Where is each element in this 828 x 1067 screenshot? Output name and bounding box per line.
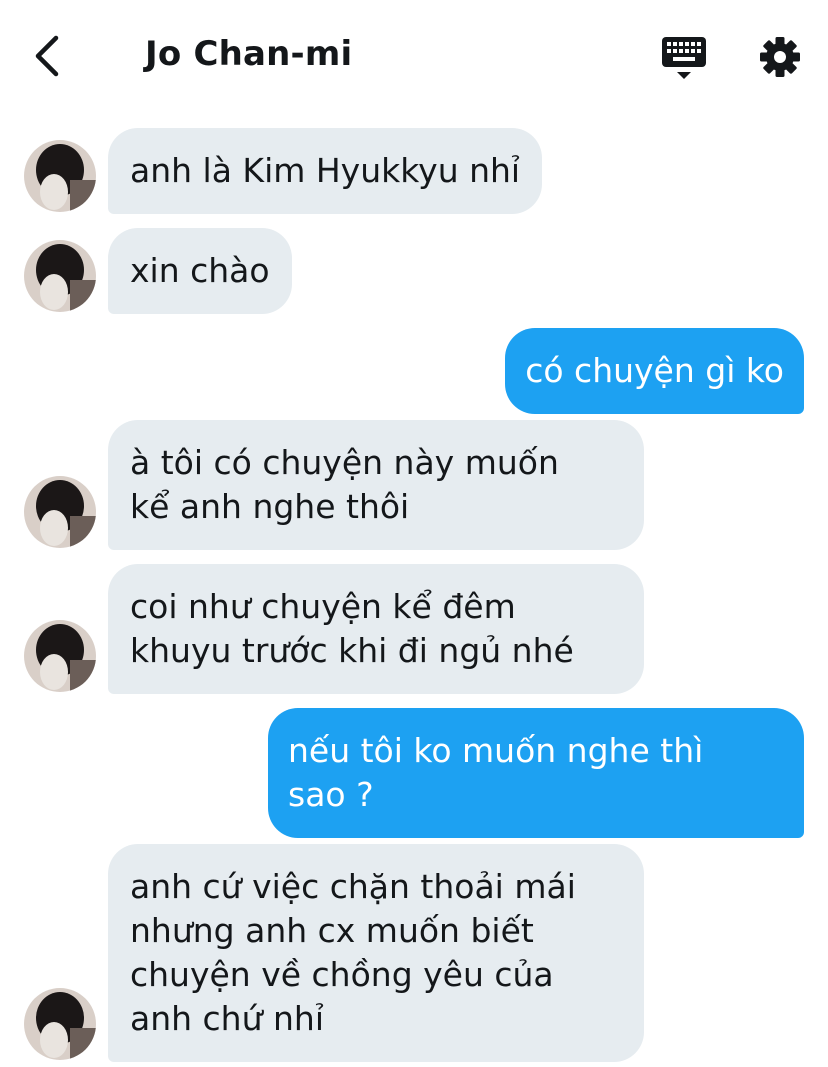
contact-avatar[interactable] xyxy=(24,240,96,312)
contact-avatar[interactable] xyxy=(24,620,96,692)
contact-avatar[interactable] xyxy=(24,140,96,212)
contact-avatar[interactable] xyxy=(24,476,96,548)
message-bubble-incoming[interactable]: xin chào xyxy=(108,228,292,314)
avatar-photo xyxy=(24,988,96,1060)
message-bubble-incoming[interactable]: à tôi có chuyện này muốn kể anh nghe thô… xyxy=(108,420,644,550)
message-bubble-incoming[interactable]: anh là Kim Hyukkyu nhỉ xyxy=(108,128,543,214)
message-bubble-incoming[interactable]: anh cứ việc chặn thoải mái nhưng anh cx … xyxy=(108,844,644,1062)
message-thread: anh là Kim Hyukkyu nhỉ xin chào có chuyệ… xyxy=(0,0,828,1067)
avatar-photo xyxy=(24,620,96,692)
message-bubble-outgoing[interactable]: có chuyện gì ko xyxy=(505,328,804,414)
message-bubble-incoming[interactable]: coi như chuyện kể đêm khuyu trước khi đi… xyxy=(108,564,644,694)
message-bubble-outgoing[interactable]: nếu tôi ko muốn nghe thì sao ? xyxy=(268,708,804,838)
avatar-photo xyxy=(24,140,96,212)
avatar-photo xyxy=(24,240,96,312)
avatar-photo xyxy=(24,476,96,548)
contact-avatar[interactable] xyxy=(24,988,96,1060)
